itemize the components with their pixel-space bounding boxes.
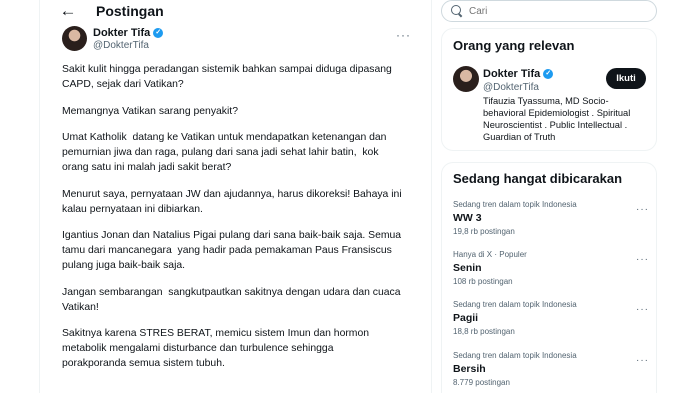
trend-topic: WW 3	[453, 212, 482, 224]
relevant-handle[interactable]: @DokterTifa	[483, 82, 539, 93]
trend-meta: Sedang tren dalam topik Indonesia	[453, 351, 577, 360]
post-paragraph: Igantius Jonan dan Natalius Pigai pulang…	[62, 230, 402, 271]
post-body: Sakit kulit hingga peradangan sistemik b…	[62, 62, 422, 383]
author-handle[interactable]: @DokterTifa	[93, 40, 149, 51]
post-paragraph: Umat Katholik datang ke Vatikan untuk me…	[62, 132, 387, 173]
trend-meta: Sedang tren dalam topik Indonesia	[453, 200, 577, 209]
post-paragraph: Sakitnya karena STRES BERAT, memicu sist…	[62, 328, 370, 369]
top-bar: ← Postingan	[40, 0, 431, 22]
follow-button[interactable]: Ikuti	[606, 68, 646, 89]
trend-topic: Bersih	[453, 363, 486, 375]
trend-count: 8.779 postingan	[453, 378, 510, 387]
trend-count: 108 rb postingan	[453, 277, 513, 286]
trend-count: 18,8 rb postingan	[453, 327, 515, 336]
relevant-people-card: Orang yang relevan Dokter Tifa ✓ @Dokter…	[441, 28, 657, 151]
relevant-bio: Tifauzia Tyassuma, MD Socio-behavioral E…	[483, 96, 631, 142]
relevant-name[interactable]: Dokter Tifa	[483, 68, 540, 80]
post-paragraph: Jangan sembarangan sangkutpautkan sakitn…	[62, 286, 401, 313]
trend-count: 19,8 rb postingan	[453, 227, 515, 236]
trend-meta: Sedang tren dalam topik Indonesia	[453, 300, 577, 309]
trend-item[interactable]: Sedang tren dalam topik Indonesia WW 3 1…	[453, 200, 649, 236]
trending-title: Sedang hangat dibicarakan	[453, 171, 623, 186]
more-horizontal-icon[interactable]: ···	[396, 28, 411, 42]
search-input[interactable]	[469, 5, 639, 17]
trending-card: Sedang hangat dibicarakan Sedang tren da…	[441, 162, 657, 393]
trend-topic: Senin	[453, 262, 482, 274]
arrow-left-icon[interactable]: ←	[50, 0, 86, 22]
post-paragraph: Sakit kulit hingga peradangan sistemik b…	[62, 64, 392, 90]
page-title: Postingan	[96, 3, 164, 19]
verified-badge-icon: ✓	[543, 69, 554, 79]
trend-item[interactable]: Sedang tren dalam topik Indonesia Pagii …	[453, 300, 649, 336]
more-horizontal-icon[interactable]: ···	[636, 355, 649, 366]
avatar[interactable]	[453, 66, 479, 92]
author-name[interactable]: Dokter Tifa	[93, 27, 150, 39]
relevant-title: Orang yang relevan	[453, 38, 575, 53]
main-column: ← Postingan Dokter Tifa ✓ @DokterTifa ··…	[39, 0, 432, 393]
more-horizontal-icon[interactable]: ···	[636, 204, 649, 215]
trend-item[interactable]: Sedang tren dalam topik Indonesia Bersih…	[453, 351, 649, 387]
avatar[interactable]	[62, 26, 87, 51]
more-horizontal-icon[interactable]: ···	[636, 254, 649, 265]
trend-topic: Pagii	[453, 312, 479, 324]
post-paragraph: Memangnya Vatikan sarang penyakit?	[62, 105, 238, 117]
post-paragraph: Menurut saya, pernyataan JW dan ajudanny…	[62, 188, 402, 215]
verified-badge-icon: ✓	[153, 28, 164, 38]
trend-item[interactable]: Hanya di X · Populer Senin 108 rb postin…	[453, 250, 649, 286]
more-horizontal-icon[interactable]: ···	[636, 304, 649, 315]
post-header: Dokter Tifa ✓ @DokterTifa ···	[62, 26, 419, 54]
search-icon	[451, 5, 463, 17]
trend-meta: Hanya di X · Populer	[453, 250, 527, 259]
search-box[interactable]	[441, 0, 657, 22]
